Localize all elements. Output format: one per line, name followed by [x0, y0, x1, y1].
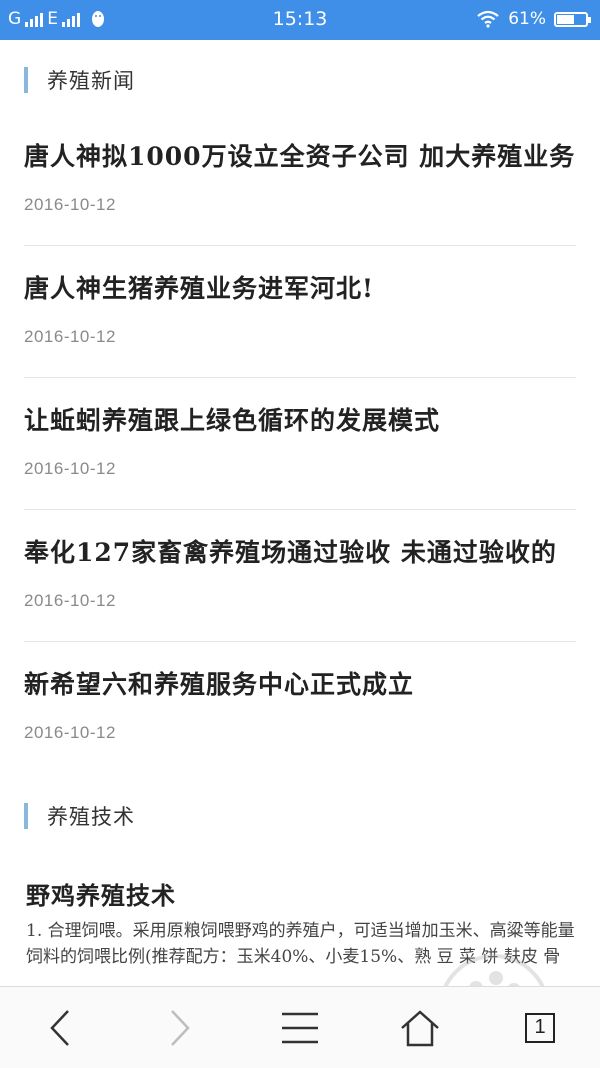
divider: [24, 377, 576, 378]
section-title: 养殖新闻: [47, 69, 135, 93]
tabs-button[interactable]: 1: [500, 987, 580, 1068]
status-bar: G E 15:13 61%: [0, 0, 600, 40]
system-status: 61%: [476, 9, 591, 29]
battery-percent: 61%: [508, 9, 546, 29]
tab-count-badge: 1: [525, 1012, 555, 1043]
section-accent-bar: [24, 67, 28, 93]
news-date: 2016-10-12: [24, 723, 116, 742]
news-item[interactable]: 唐人神拟1000万设立全资子公司 加大养殖业务 2016-10-12: [24, 137, 576, 215]
forward-arrow-icon: [171, 1009, 190, 1046]
menu-icon: [282, 1012, 318, 1043]
news-headline[interactable]: 奉化127家畜禽养殖场通过验收 未通过验收的: [24, 533, 576, 569]
divider: [24, 245, 576, 246]
back-arrow-icon: [50, 1009, 69, 1046]
section-header-tech: 养殖技术: [24, 802, 135, 830]
section-title: 养殖技术: [47, 805, 135, 829]
news-headline[interactable]: 唐人神生猪养殖业务进军河北!: [24, 269, 576, 305]
news-date: 2016-10-12: [24, 459, 116, 478]
forward-button[interactable]: [140, 987, 220, 1068]
news-item[interactable]: 新希望六和养殖服务中心正式成立 2016-10-12: [24, 665, 576, 743]
news-date: 2016-10-12: [24, 327, 116, 346]
news-headline[interactable]: 新希望六和养殖服务中心正式成立: [24, 665, 576, 701]
menu-button[interactable]: [260, 987, 340, 1068]
news-headline[interactable]: 唐人神拟1000万设立全资子公司 加大养殖业务: [24, 137, 576, 173]
news-item[interactable]: 让蚯蚓养殖跟上绿色循环的发展模式 2016-10-12: [24, 401, 576, 479]
section-header-news: 养殖新闻: [24, 66, 135, 94]
home-button[interactable]: [380, 987, 460, 1068]
tech-article-title[interactable]: 野鸡养殖技术: [26, 876, 176, 911]
news-date: 2016-10-12: [24, 591, 116, 610]
news-item[interactable]: 奉化127家畜禽养殖场通过验收 未通过验收的 2016-10-12: [24, 533, 576, 611]
back-button[interactable]: [20, 987, 100, 1068]
battery-icon: [554, 11, 591, 27]
news-headline[interactable]: 让蚯蚓养殖跟上绿色循环的发展模式: [24, 401, 576, 437]
home-icon: [401, 1009, 439, 1046]
divider: [24, 641, 576, 642]
bottom-toolbar: 1: [0, 986, 600, 1068]
news-date: 2016-10-12: [24, 195, 116, 214]
divider: [24, 509, 576, 510]
wifi-icon: [477, 10, 499, 28]
news-item[interactable]: 唐人神生猪养殖业务进军河北! 2016-10-12: [24, 269, 576, 347]
section-accent-bar: [24, 803, 28, 829]
